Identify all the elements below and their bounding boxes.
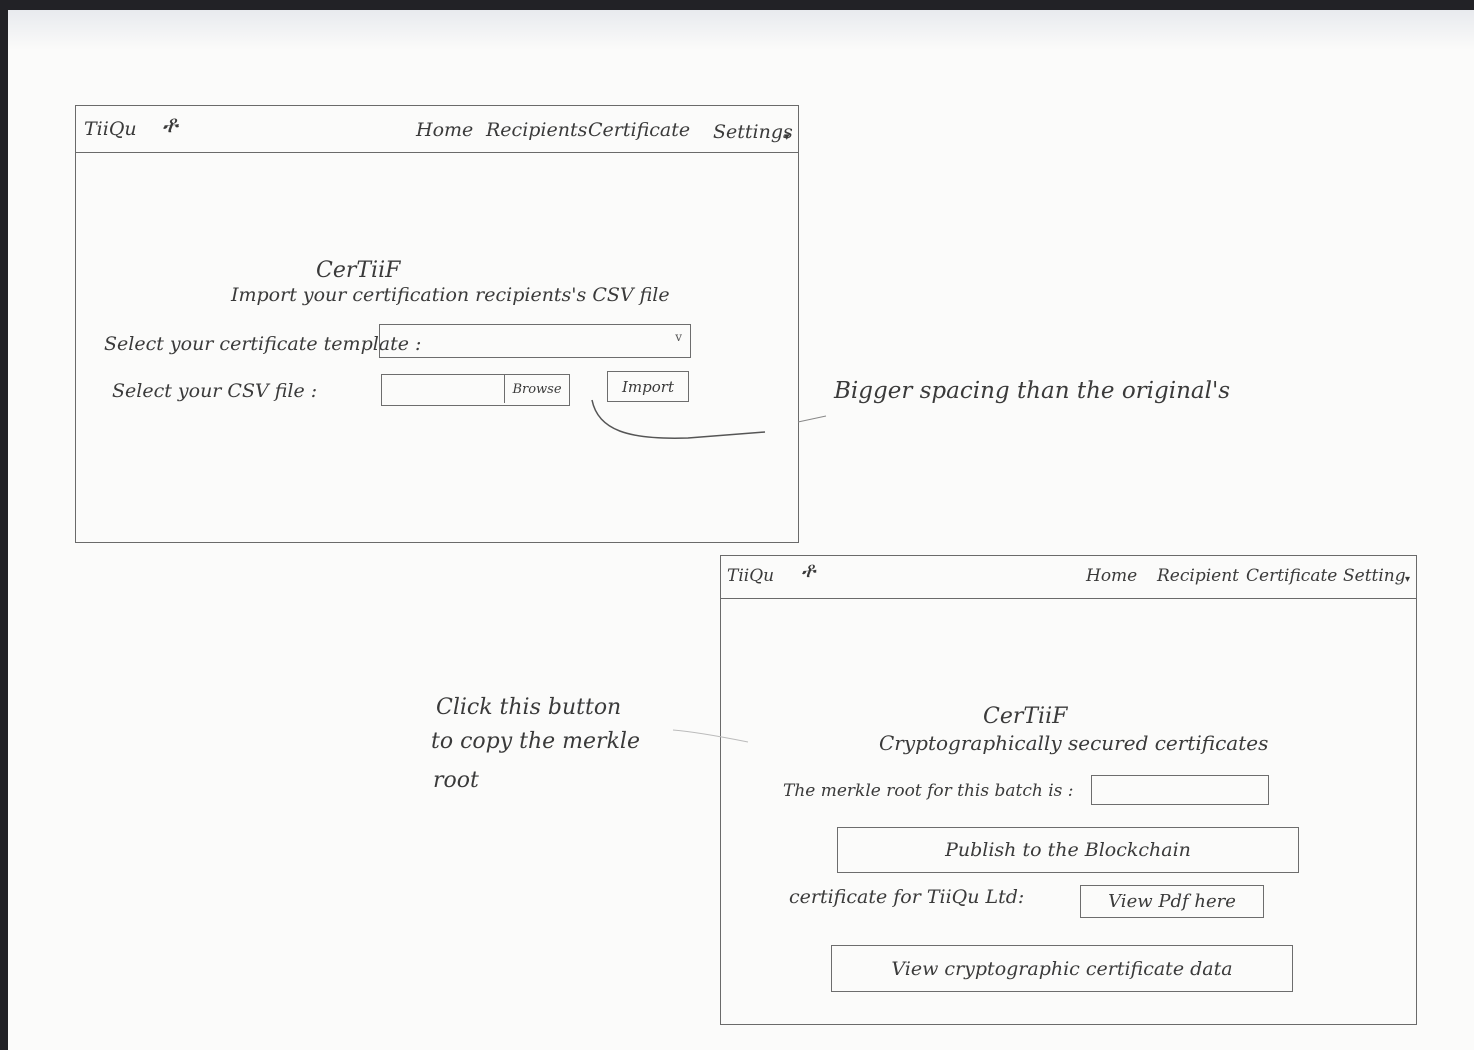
- template-select[interactable]: v: [379, 324, 691, 358]
- logo: TiiQu: [727, 566, 775, 586]
- paper-sheet: TiiQu ቶ Home Recipients Certificate Sett…: [8, 10, 1474, 1050]
- view-pdf-button[interactable]: View Pdf here: [1080, 885, 1264, 918]
- logo: TiiQu: [84, 118, 137, 140]
- page-title: CerTiiF: [316, 258, 401, 283]
- annotation-copy-line-3: root: [433, 768, 479, 793]
- publish-blockchain-button[interactable]: Publish to the Blockchain: [837, 827, 1299, 873]
- wireframe-certificate-page: TiiQu ቶ Home Recipient Certificate Setti…: [720, 555, 1417, 1025]
- nav-certificate[interactable]: Certificate: [1246, 566, 1337, 586]
- navbar: TiiQu ቶ Home Recipients Certificate Sett…: [76, 106, 798, 153]
- chevron-down-icon[interactable]: v: [675, 330, 682, 344]
- annotation-copy-line-2: to copy the merkle: [431, 729, 640, 754]
- navbar: TiiQu ቶ Home Recipient Certificate Setti…: [721, 556, 1416, 599]
- logo-icon: ቶ: [162, 110, 178, 138]
- chevron-down-icon[interactable]: ▾: [784, 130, 790, 143]
- merkle-root-label: The merkle root for this batch is :: [783, 781, 1074, 801]
- nav-home[interactable]: Home: [1086, 566, 1137, 586]
- nav-settings[interactable]: Settings: [713, 121, 793, 143]
- nav-recipients[interactable]: Recipients: [486, 119, 587, 141]
- merkle-root-field[interactable]: [1091, 775, 1269, 805]
- nav-certificate[interactable]: Certificate: [588, 119, 690, 141]
- page-subtitle: Cryptographically secured certificates: [879, 731, 1269, 755]
- page-subtitle: Import your certification recipients's C…: [231, 284, 670, 306]
- spacing-pointer: [797, 415, 827, 423]
- logo-icon: ቶ: [801, 558, 816, 583]
- template-label: Select your certificate template :: [104, 333, 422, 355]
- browse-button[interactable]: Browse: [504, 375, 569, 403]
- import-button[interactable]: Import: [607, 371, 689, 402]
- nav-recipients[interactable]: Recipient: [1157, 566, 1239, 586]
- page-title: CerTiiF: [983, 704, 1068, 729]
- certificate-label: certificate for TiiQu Ltd:: [789, 886, 1025, 908]
- annotation-copy-line-1: Click this button: [436, 695, 622, 720]
- view-crypto-data-button[interactable]: View cryptographic certificate data: [831, 945, 1293, 992]
- nav-settings[interactable]: Setting: [1343, 566, 1406, 586]
- csv-label: Select your CSV file :: [112, 380, 318, 402]
- nav-home[interactable]: Home: [416, 119, 473, 141]
- annotation-spacing: Bigger spacing than the original's: [834, 378, 1231, 404]
- wireframe-import-page: TiiQu ቶ Home Recipients Certificate Sett…: [75, 105, 799, 543]
- csv-file-input[interactable]: Browse: [381, 374, 570, 406]
- chevron-down-icon[interactable]: ▾: [1405, 574, 1410, 585]
